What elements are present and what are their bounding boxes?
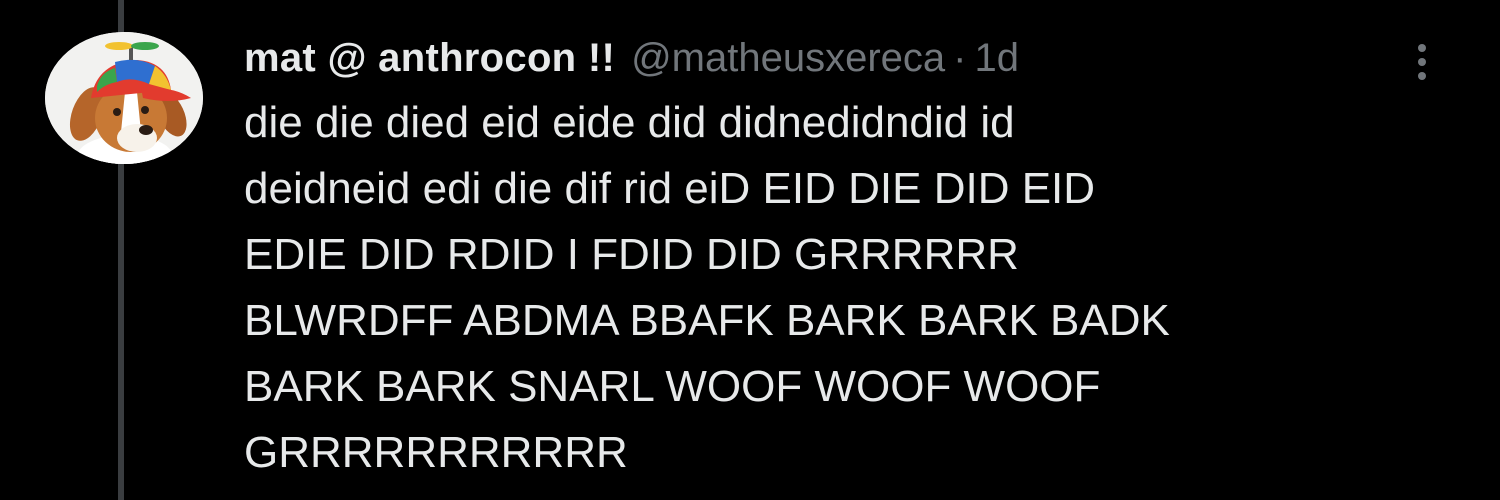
tweet-text-line: die die died eid eide did didnedidndid i… (244, 98, 1015, 147)
tweet-text-line: BLWRDFF ABDMA BBAFK BARK BARK BADK (244, 296, 1170, 345)
tweet-text: die die died eid eide did didnedidndid i… (244, 90, 1464, 486)
tweet-header: mat @ anthrocon !! @matheusxereca · 1d (244, 28, 1019, 88)
tweet-text-line: EDIE DID RDID I FDID DID GRRRRRR (244, 230, 1019, 279)
user-handle[interactable]: @matheusxereca (631, 28, 945, 88)
timestamp[interactable]: 1d (975, 28, 1020, 88)
more-options-button[interactable] (1410, 42, 1434, 82)
tweet-text-line: GRRRRRRRRRRR (244, 428, 628, 477)
tweet-text-line: BARK BARK SNARL WOOF WOOF WOOF (244, 362, 1101, 411)
avatar[interactable] (45, 32, 203, 164)
tweet-text-line: deidneid edi die dif rid eiD EID DIE DID… (244, 164, 1096, 213)
separator-dot: · (953, 36, 967, 80)
dog-avatar-icon (45, 32, 203, 164)
display-name[interactable]: mat @ anthrocon !! (244, 28, 615, 88)
tweet: mat @ anthrocon !! @matheusxereca · 1d d… (0, 0, 1500, 500)
